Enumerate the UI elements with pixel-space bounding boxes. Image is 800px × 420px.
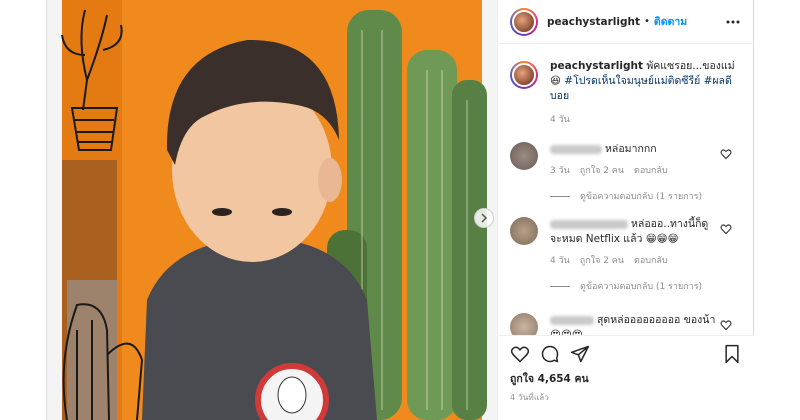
chevron-right-icon [481,213,488,223]
commenter-username-blurred[interactable] [550,315,594,325]
action-icons [510,344,590,364]
post-header: peachystarlight • ติดตาม [498,0,754,44]
comment-item: หล่อออ..ทางนี้ก็ดูจะหมด Netflix แล้ว 😁😁😁… [510,217,742,293]
caption-text: peachystarlight พัคแซรอย...ของแม่ 😆 #โปร… [550,59,742,104]
author-username[interactable]: peachystarlight [547,16,640,28]
comment-body: สุดหล่อออออออออ ของน้า 😍😍😍 [550,313,718,335]
commenter-avatar[interactable] [510,142,538,170]
post-timestamp[interactable]: 4 วันที่แล้ว [510,391,549,404]
page-gutter [0,0,48,420]
comment-time[interactable]: 4 วัน [550,253,570,267]
comments-scroll-area[interactable]: peachystarlight พัคแซรอย...ของแม่ 😆 #โปร… [498,45,754,335]
heart-icon[interactable] [720,319,732,331]
comment-reply-button[interactable]: ตอบกลับ [634,163,668,177]
heart-icon[interactable] [720,223,732,235]
caption-avatar[interactable] [510,61,538,89]
post-photo[interactable] [47,0,497,420]
paper-plane-icon[interactable] [570,344,590,364]
post-side-panel: peachystarlight • ติดตาม peachystarlight… [497,0,754,420]
caption-hashtag[interactable]: #โปรดเห็นใจมนุษย์แม่ติดซีรีย์ [564,75,700,87]
post-actions-bar: ถูกใจ 4,654 คน 4 วันที่แล้ว [498,335,754,420]
comment-bubble-icon[interactable] [540,344,560,364]
comment-item: สุดหล่อออออออออ ของน้า 😍😍😍 [510,313,742,335]
comment-likes[interactable]: ถูกใจ 2 คน [580,253,624,267]
heart-icon[interactable] [510,344,530,364]
photo-illustration [61,0,487,420]
post-caption: peachystarlight พัคแซรอย...ของแม่ 😆 #โปร… [510,59,742,126]
caption-username[interactable]: peachystarlight [550,60,643,72]
comment-time[interactable]: 3 วัน [550,163,570,177]
author-avatar[interactable] [510,7,538,36]
comment-likes[interactable]: ถูกใจ 2 คน [580,163,624,177]
commenter-avatar[interactable] [510,313,538,335]
comment-meta: 4 วัน ถูกใจ 2 คน ตอบกลับ [550,253,742,267]
commenter-avatar[interactable] [510,217,538,245]
view-replies-label: ดูข้อความตอบกลับ (1 รายการ) [580,282,703,292]
bookmark-icon[interactable] [722,344,742,364]
comment-text: หล่อมากกก [605,143,657,155]
instagram-post: peachystarlight • ติดตาม peachystarlight… [47,0,754,420]
header-dot-separator: • [644,16,650,27]
commenter-username-blurred[interactable] [550,219,628,229]
commenter-username-blurred[interactable] [550,144,602,154]
replies-line [550,195,570,197]
comment-meta: 3 วัน ถูกใจ 2 คน ตอบกลับ [550,163,742,177]
heart-icon[interactable] [720,148,732,160]
more-horizontal-icon [726,20,740,24]
likes-count[interactable]: ถูกใจ 4,654 คน [510,370,589,387]
more-options-button[interactable] [726,15,740,29]
follow-button[interactable]: ติดตาม [654,13,687,30]
view-replies-button[interactable]: ดูข้อความตอบกลับ (1 รายการ) [550,189,742,203]
comment-reply-button[interactable]: ตอบกลับ [634,253,668,267]
replies-line [550,285,570,287]
comment-body: หล่อมากกก [550,142,718,157]
carousel-next-button[interactable] [474,208,494,228]
view-replies-label: ดูข้อความตอบกลับ (1 รายการ) [580,192,703,202]
comment-body: หล่อออ..ทางนี้ก็ดูจะหมด Netflix แล้ว 😁😁😁 [550,217,718,247]
view-replies-button[interactable]: ดูข้อความตอบกลับ (1 รายการ) [550,279,742,293]
caption-time[interactable]: 4 วัน [550,112,742,126]
comment-item: หล่อมากกก 3 วัน ถูกใจ 2 คน ตอบกลับ ดูข้อ… [510,142,742,203]
